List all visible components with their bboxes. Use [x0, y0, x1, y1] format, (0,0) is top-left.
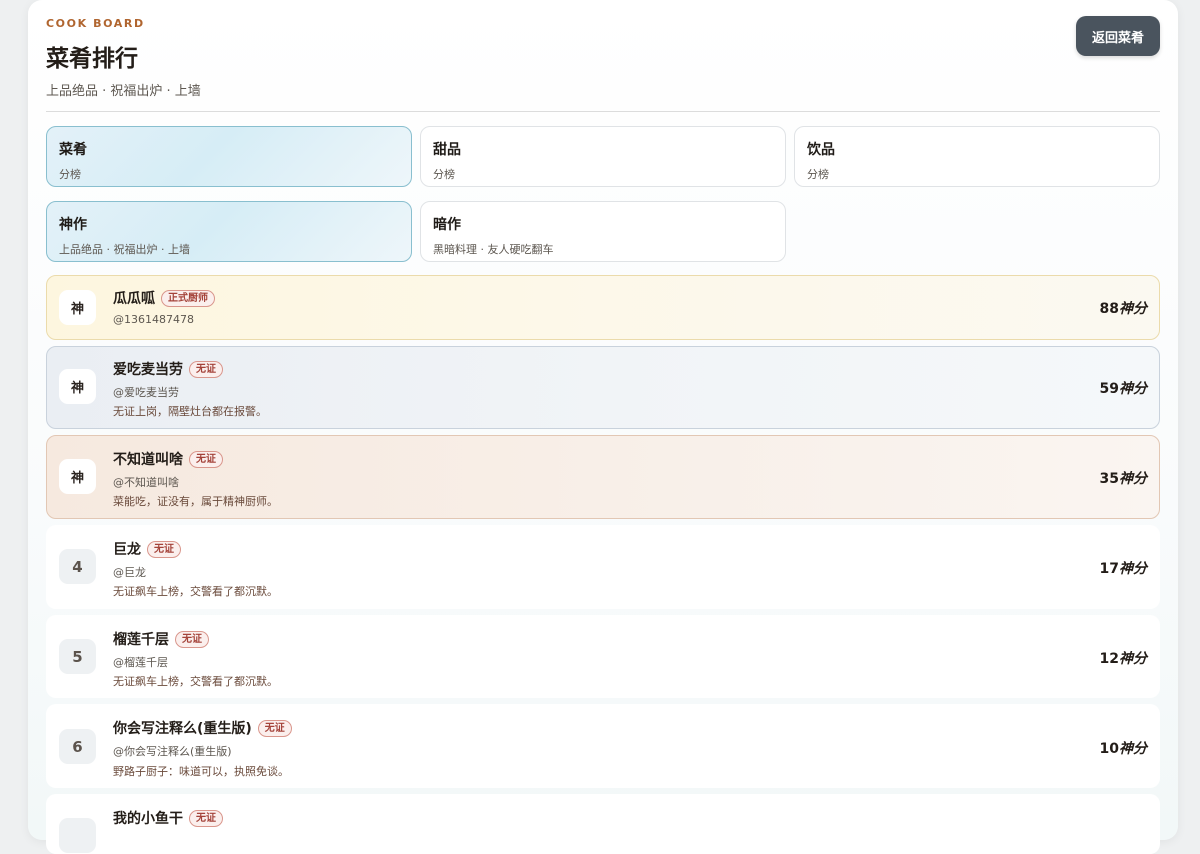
chef-handle: @你会写注释么(重生版) [113, 745, 232, 758]
chef-comment: 无证飙车上榜，交警看了都沉默。 [113, 585, 278, 598]
score-unit: 神分 [1119, 651, 1147, 667]
chef-handle: @巨龙 [113, 566, 146, 579]
chef-handle: @榴莲千层 [113, 656, 168, 669]
tab-label: 甜品 [433, 142, 461, 158]
name-line: 爱吃麦当劳 无证 [113, 359, 223, 379]
chef-comment: 无证上岗，隔壁灶台都在报警。 [113, 405, 267, 418]
score: 10神分 [1100, 738, 1147, 758]
rank-badge: 神 [59, 290, 96, 325]
name-line: 榴莲千层 无证 [113, 629, 209, 649]
chef-name: 巨龙 [113, 542, 141, 558]
chef-handle: @爱吃麦当劳 [113, 386, 179, 399]
leaderboard-card: COOK BOARD 菜肴排行 上品绝品 · 祝福出炉 · 上墙 返回菜肴 菜肴… [28, 0, 1178, 854]
rank-badge [59, 818, 96, 853]
score: 88神分 [1100, 298, 1147, 318]
rank-badge: 6 [59, 729, 96, 764]
chef-name: 爱吃麦当劳 [113, 362, 183, 378]
header-divider [46, 111, 1160, 112]
tab-sublabel: 分榜 [807, 168, 829, 181]
score: 35神分 [1100, 468, 1147, 488]
certificate-badge: 无证 [189, 450, 223, 468]
certificate-badge: 正式厨师 [161, 289, 215, 307]
score-value: 88 [1099, 301, 1119, 317]
chef-handle: @不知道叫啥 [113, 476, 179, 489]
rank-badge: 神 [59, 459, 96, 494]
chef-name: 瓜瓜呱 [113, 291, 155, 307]
certificate-badge: 无证 [147, 540, 181, 558]
tab-sublabel: 分榜 [59, 168, 81, 181]
score-unit: 神分 [1119, 471, 1147, 487]
tab-masterpiece[interactable]: 神作 上品绝品 · 祝福出炉 · 上墙 [46, 201, 412, 262]
tab-dark-cuisine[interactable]: 暗作 黑暗料理 · 友人硬吃翻车 [420, 201, 786, 262]
tab-sublabel: 上品绝品 · 祝福出炉 · 上墙 [59, 243, 190, 256]
tab-label: 菜肴 [59, 142, 87, 158]
name-line: 瓜瓜呱 正式厨师 [113, 288, 215, 308]
name-line: 不知道叫啥 无证 [113, 449, 223, 469]
back-to-dishes-button[interactable]: 返回菜肴 [1076, 16, 1160, 56]
score-value: 10 [1099, 741, 1119, 757]
name-line: 我的小鱼干 无证 [113, 808, 223, 828]
score-unit: 神分 [1119, 741, 1147, 757]
ranking-row[interactable]: 4 巨龙 无证 @巨龙 无证飙车上榜，交警看了都沉默。 17神分 [46, 525, 1160, 609]
tab-sublabel: 分榜 [433, 168, 455, 181]
tab-label: 饮品 [807, 142, 835, 158]
certificate-badge: 无证 [189, 360, 223, 378]
tab-dishes[interactable]: 菜肴 分榜 [46, 126, 412, 187]
tab-label: 神作 [59, 217, 87, 233]
name-line: 你会写注释么(重生版) 无证 [113, 718, 292, 738]
tab-drinks[interactable]: 饮品 分榜 [794, 126, 1160, 187]
page-subtitle: 上品绝品 · 祝福出炉 · 上墙 [46, 84, 201, 99]
score-value: 35 [1099, 471, 1119, 487]
rank-badge: 5 [59, 639, 96, 674]
score-unit: 神分 [1119, 561, 1147, 577]
chef-comment: 菜能吃，证没有，属于精神厨师。 [113, 495, 278, 508]
chef-name: 我的小鱼干 [113, 811, 183, 827]
score-value: 17 [1099, 561, 1119, 577]
page-title: 菜肴排行 [46, 46, 138, 72]
certificate-badge: 无证 [175, 630, 209, 648]
score-unit: 神分 [1119, 381, 1147, 397]
name-line: 巨龙 无证 [113, 539, 181, 559]
chef-name: 你会写注释么(重生版) [113, 721, 252, 737]
chef-comment: 无证飙车上榜，交警看了都沉默。 [113, 675, 278, 688]
ranking-row[interactable]: 我的小鱼干 无证 [46, 794, 1160, 854]
eyebrow-label: COOK BOARD [46, 17, 145, 30]
score-unit: 神分 [1119, 301, 1147, 317]
rank-badge: 神 [59, 369, 96, 404]
ranking-row[interactable]: 5 榴莲千层 无证 @榴莲千层 无证飙车上榜，交警看了都沉默。 12神分 [46, 615, 1160, 698]
chef-handle: @1361487478 [113, 313, 194, 326]
score: 17神分 [1100, 558, 1147, 578]
chef-name: 不知道叫啥 [113, 452, 183, 468]
rank-badge: 4 [59, 549, 96, 584]
score-value: 59 [1099, 381, 1119, 397]
ranking-row[interactable]: 神 爱吃麦当劳 无证 @爱吃麦当劳 无证上岗，隔壁灶台都在报警。 59神分 [46, 346, 1160, 429]
score: 12神分 [1100, 648, 1147, 668]
score-value: 12 [1099, 651, 1119, 667]
certificate-badge: 无证 [257, 719, 292, 737]
ranking-row[interactable]: 6 你会写注释么(重生版) 无证 @你会写注释么(重生版) 野路子厨子：味道可以… [46, 704, 1160, 788]
chef-name: 榴莲千层 [113, 632, 169, 648]
tab-desserts[interactable]: 甜品 分榜 [420, 126, 786, 187]
score: 59神分 [1100, 378, 1147, 398]
ranking-row[interactable]: 神 不知道叫啥 无证 @不知道叫啥 菜能吃，证没有，属于精神厨师。 35神分 [46, 435, 1160, 519]
ranking-row[interactable]: 神 瓜瓜呱 正式厨师 @1361487478 88神分 [46, 275, 1160, 340]
chef-comment: 野路子厨子：味道可以，执照免谈。 [113, 765, 289, 778]
tab-label: 暗作 [433, 217, 461, 233]
tab-sublabel: 黑暗料理 · 友人硬吃翻车 [433, 243, 554, 256]
certificate-badge: 无证 [189, 809, 223, 827]
